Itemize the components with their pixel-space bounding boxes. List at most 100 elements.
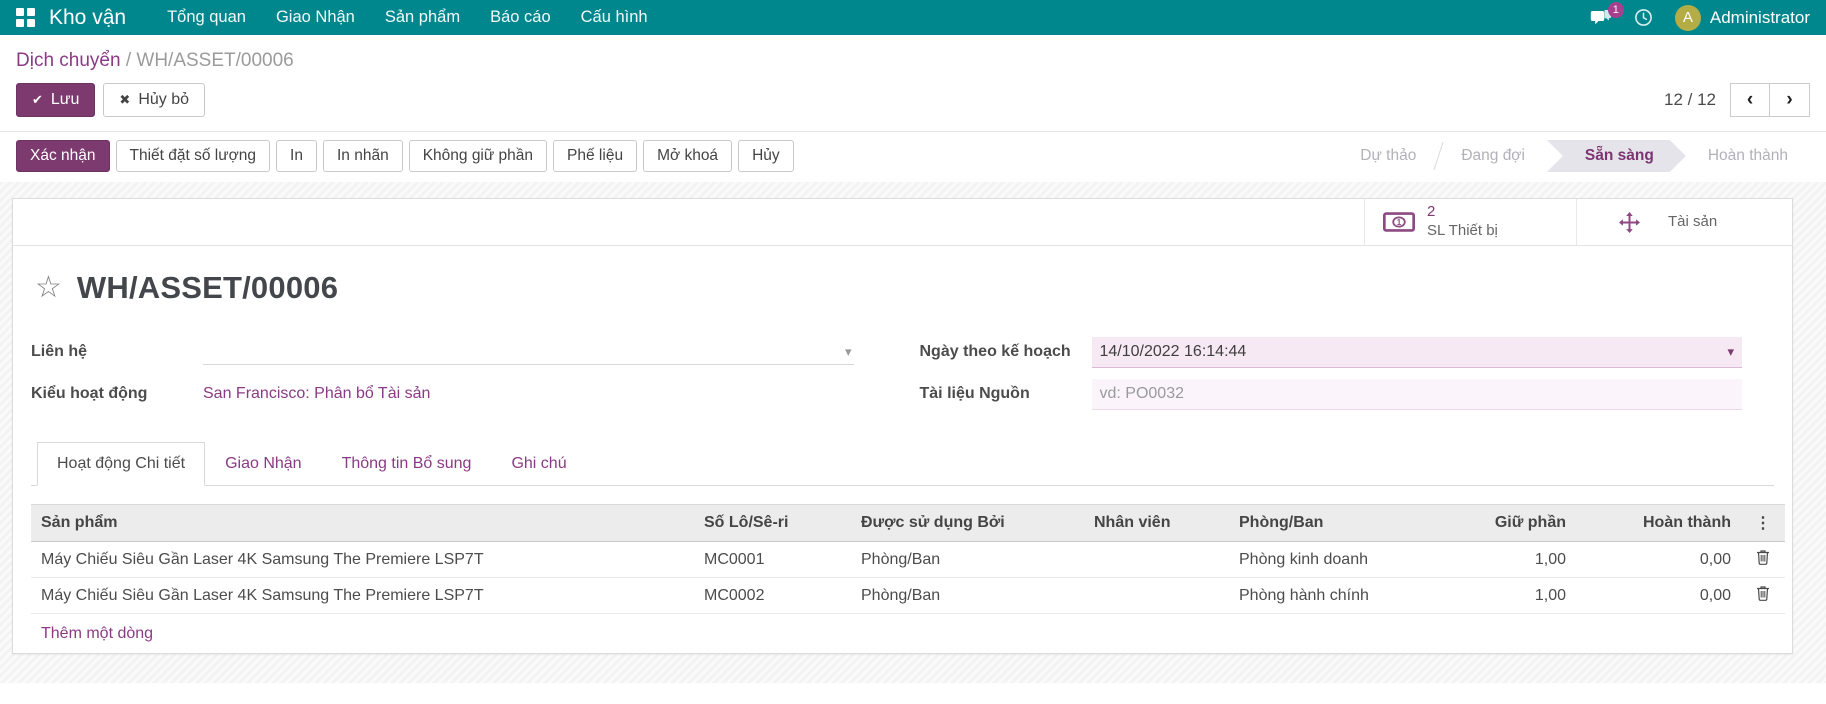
pager-counter: 12 / 12: [1664, 90, 1716, 110]
print-button[interactable]: In: [276, 140, 317, 172]
assets-label: Tài sản: [1668, 213, 1717, 232]
cell-used-by[interactable]: Phòng/Ban: [851, 542, 1084, 578]
messages-count-badge: 1: [1608, 2, 1624, 18]
operation-type-value-link[interactable]: San Francisco: Phân bổ Tài sản: [203, 385, 430, 402]
nav-item-transfers[interactable]: Giao Nhận: [261, 0, 370, 35]
cell-product[interactable]: Máy Chiếu Siêu Gần Laser 4K Samsung The …: [31, 542, 694, 578]
nav-item-overview[interactable]: Tổng quan: [152, 0, 261, 35]
device-count-label: SL Thiết bị: [1427, 222, 1498, 241]
form-sheet: 1 2 SL Thiết bị Tài sản ☆ WH/ASSET/00006: [12, 198, 1793, 654]
chatter-area: [0, 683, 1826, 704]
delete-row-button[interactable]: [1741, 578, 1785, 614]
chevron-down-icon[interactable]: ▾: [1727, 344, 1734, 360]
discard-button[interactable]: ✖ Hủy bỏ: [103, 83, 205, 117]
form-content-area: 1 2 SL Thiết bị Tài sản ☆ WH/ASSET/00006: [0, 182, 1826, 704]
cell-lot[interactable]: MC0001: [694, 542, 851, 578]
table-row: Máy Chiếu Siêu Gần Laser 4K Samsung The …: [31, 578, 1785, 614]
close-icon: ✖: [119, 92, 130, 108]
cancel-button[interactable]: Hủy: [738, 140, 794, 172]
breadcrumb-separator: /: [126, 50, 131, 71]
cell-department[interactable]: Phòng kinh doanh: [1229, 542, 1416, 578]
record-title: WH/ASSET/00006: [77, 270, 338, 306]
messages-icon[interactable]: 1: [1590, 9, 1612, 26]
avatar: A: [1675, 5, 1701, 31]
source-document-input[interactable]: [1100, 385, 1735, 403]
pager-next-button[interactable]: ›: [1770, 83, 1810, 117]
scheduled-date-input[interactable]: [1100, 343, 1728, 361]
apps-menu-icon[interactable]: [16, 8, 35, 27]
svg-text:1: 1: [1397, 218, 1402, 227]
tab-detailed-operations[interactable]: Hoạt động Chi tiết: [37, 442, 205, 486]
chevron-down-icon[interactable]: ▾: [845, 344, 852, 360]
cell-done[interactable]: 0,00: [1576, 542, 1741, 578]
column-header-department[interactable]: Phòng/Ban: [1229, 505, 1416, 542]
column-header-reserved[interactable]: Giữ phần: [1416, 505, 1576, 542]
device-count-smart-button[interactable]: 1 2 SL Thiết bị: [1364, 199, 1576, 245]
column-header-employee[interactable]: Nhân viên: [1084, 505, 1229, 542]
column-options-button[interactable]: ⋮: [1741, 505, 1785, 542]
stage-waiting[interactable]: Đang đợi: [1439, 140, 1547, 172]
scheduled-date-field-label: Ngày theo kế hoạch: [920, 343, 1092, 361]
column-header-used-by[interactable]: Được sử dụng Bởi: [851, 505, 1084, 542]
column-header-lot-serial[interactable]: Số Lô/Sê-ri: [694, 505, 851, 542]
scheduled-date-field: ▾: [1092, 337, 1743, 368]
move-lines-table: Sản phẩm Số Lô/Sê-ri Được sử dụng Bởi Nh…: [31, 504, 1785, 654]
cell-product[interactable]: Máy Chiếu Siêu Gần Laser 4K Samsung The …: [31, 578, 694, 614]
cell-employee[interactable]: [1084, 542, 1229, 578]
table-header-row: Sản phẩm Số Lô/Sê-ri Được sử dụng Bởi Nh…: [31, 505, 1785, 542]
cell-lot[interactable]: MC0002: [694, 578, 851, 614]
print-labels-button[interactable]: In nhãn: [323, 140, 403, 172]
delete-row-button[interactable]: [1741, 542, 1785, 578]
top-navbar: Kho vận Tổng quan Giao Nhận Sản phẩm Báo…: [0, 0, 1826, 35]
chevron-left-icon: ‹: [1747, 89, 1753, 111]
unreserve-button[interactable]: Không giữ phần: [409, 140, 547, 172]
user-name: Administrator: [1710, 8, 1810, 28]
breadcrumb: Dịch chuyển / WH/ASSET/00006: [0, 35, 1826, 75]
field-grid: Liên hệ ▾ Kiểu hoạt động San Francisco: …: [31, 334, 1774, 412]
scrap-button[interactable]: Phế liệu: [553, 140, 637, 172]
notebook-tabs: Hoạt động Chi tiết Giao Nhận Thông tin B…: [31, 442, 1774, 486]
source-document-field: [1092, 379, 1743, 410]
nav-item-reporting[interactable]: Báo cáo: [475, 0, 566, 35]
nav-item-configuration[interactable]: Cấu hình: [566, 0, 663, 35]
breadcrumb-current: WH/ASSET/00006: [136, 50, 293, 71]
stage-ready[interactable]: Sẵn sàng: [1547, 140, 1686, 172]
app-name[interactable]: Kho vận: [49, 6, 126, 30]
user-menu[interactable]: A Administrator: [1675, 5, 1810, 31]
status-pipeline: Dự thảo Đang đợi Sẵn sàng Hoàn thành: [1338, 140, 1810, 172]
set-quantities-button[interactable]: Thiết đặt số lượng: [116, 140, 271, 172]
cell-department[interactable]: Phòng hành chính: [1229, 578, 1416, 614]
unlock-button[interactable]: Mở khoá: [643, 140, 732, 172]
cell-done[interactable]: 0,00: [1576, 578, 1741, 614]
add-line-button[interactable]: Thêm một dòng: [41, 625, 153, 642]
column-header-done[interactable]: Hoàn thành: [1576, 505, 1741, 542]
chevron-right-icon: ›: [1786, 89, 1792, 111]
control-panel: Dịch chuyển / WH/ASSET/00006 ✔ Lưu ✖ Hủy…: [0, 35, 1826, 182]
tab-notes[interactable]: Ghi chú: [491, 442, 586, 486]
breadcrumb-parent-link[interactable]: Dịch chuyển: [16, 50, 121, 71]
stage-draft[interactable]: Dự thảo: [1338, 140, 1438, 172]
validate-button[interactable]: Xác nhận: [16, 140, 110, 172]
trash-icon: [1756, 549, 1770, 565]
activities-clock-icon[interactable]: [1634, 8, 1653, 27]
nav-item-products[interactable]: Sản phẩm: [370, 0, 475, 35]
save-button[interactable]: ✔ Lưu: [16, 83, 95, 117]
device-count-value: 2: [1427, 203, 1498, 222]
column-header-product[interactable]: Sản phẩm: [31, 505, 694, 542]
tab-transfers[interactable]: Giao Nhận: [205, 442, 322, 486]
trash-icon: [1756, 585, 1770, 601]
favorite-star-icon[interactable]: ☆: [35, 273, 62, 303]
operation-type-field-label: Kiểu hoạt động: [31, 385, 203, 403]
table-row: Máy Chiếu Siêu Gần Laser 4K Samsung The …: [31, 542, 1785, 578]
cell-reserved[interactable]: 1,00: [1416, 578, 1576, 614]
pager-previous-button[interactable]: ‹: [1730, 83, 1770, 117]
ellipsis-vertical-icon: ⋮: [1755, 515, 1771, 532]
cell-used-by[interactable]: Phòng/Ban: [851, 578, 1084, 614]
stage-done[interactable]: Hoàn thành: [1686, 140, 1810, 172]
contact-input[interactable]: [205, 343, 845, 361]
cell-employee[interactable]: [1084, 578, 1229, 614]
tab-additional-info[interactable]: Thông tin Bổ sung: [322, 442, 492, 486]
contact-field-label: Liên hệ: [31, 343, 203, 361]
cell-reserved[interactable]: 1,00: [1416, 542, 1576, 578]
assets-smart-button[interactable]: Tài sản: [1576, 199, 1792, 245]
